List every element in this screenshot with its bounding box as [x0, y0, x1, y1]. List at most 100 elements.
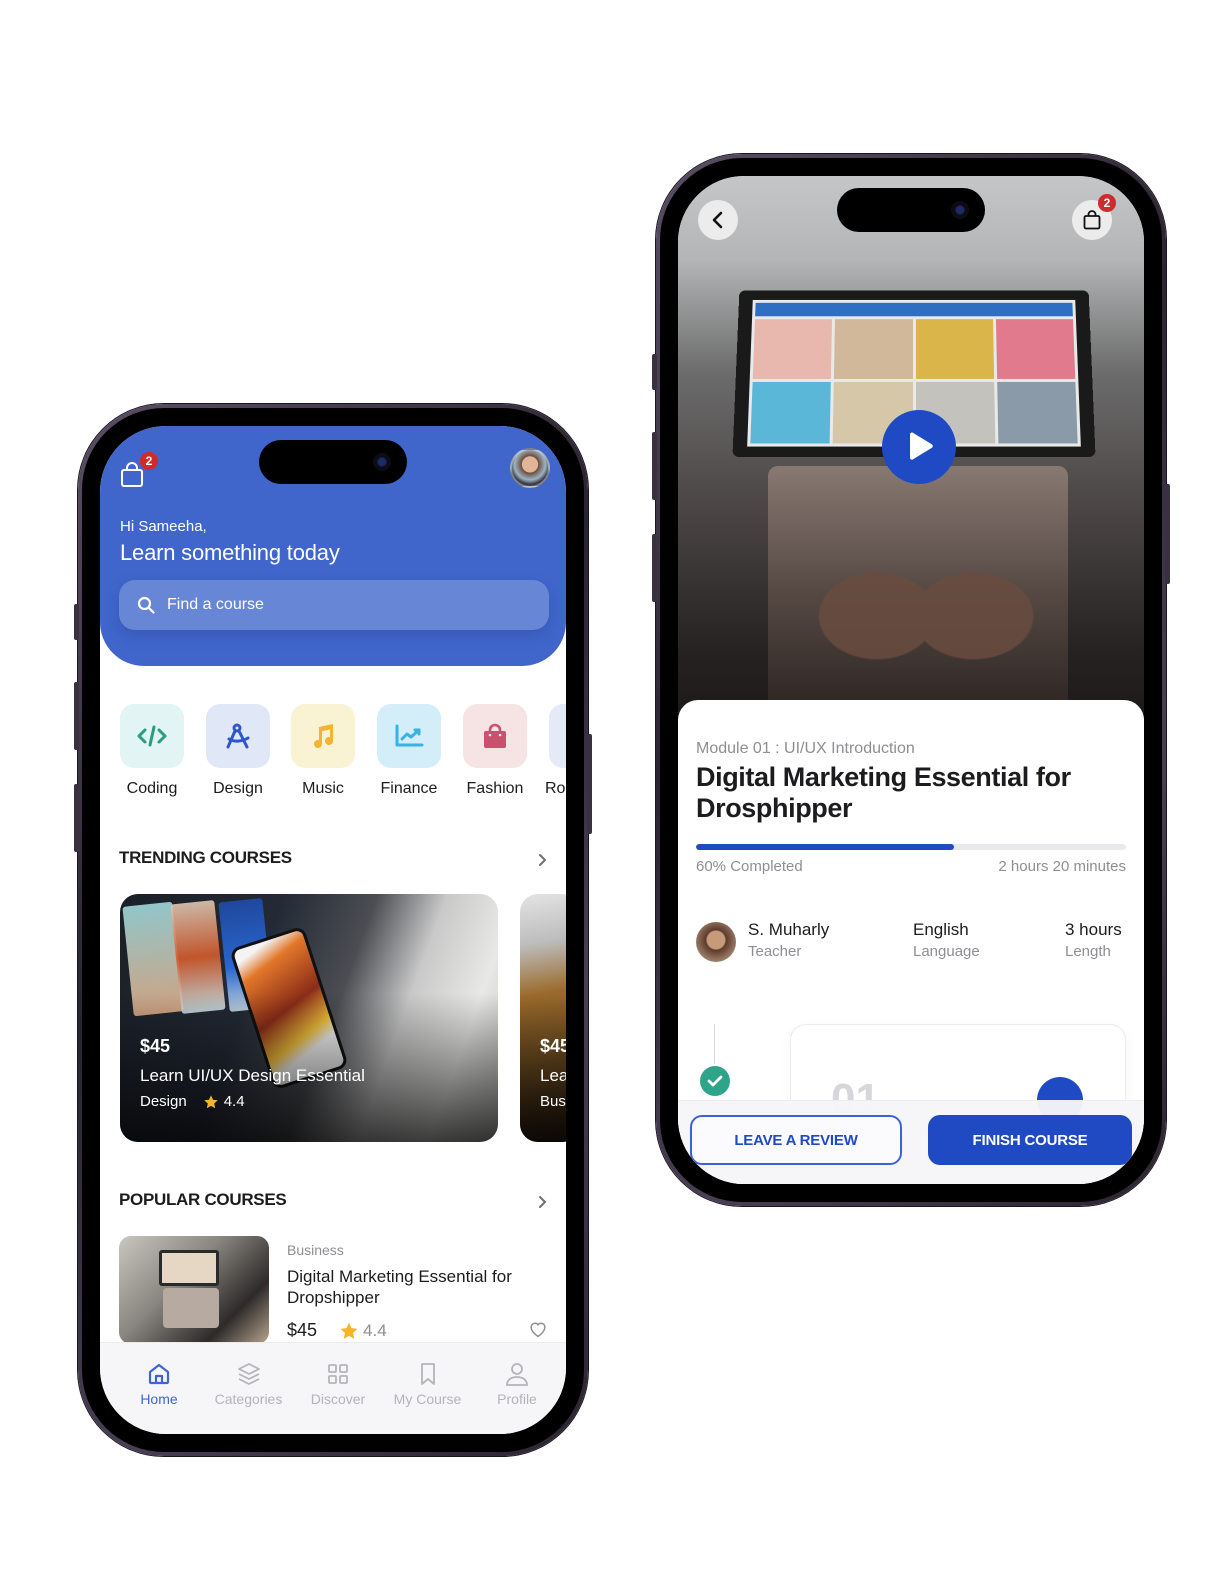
phone-home-screen: 2 Hi Sameeha, Learn something today Find…: [74, 404, 592, 1456]
tab-home[interactable]: Home: [116, 1361, 202, 1434]
tab-my-course[interactable]: My Course: [385, 1361, 471, 1434]
category-label: Ro: [545, 780, 566, 797]
teacher-info[interactable]: S. Muharly Teacher: [748, 920, 829, 960]
teacher-label: Teacher: [748, 943, 802, 960]
heart-icon[interactable]: [527, 1318, 549, 1340]
tab-discover[interactable]: Discover: [295, 1361, 381, 1434]
course-category: Bus: [540, 1093, 566, 1110]
course-price: $45: [287, 1320, 318, 1340]
category-partial[interactable]: Ro: [545, 704, 566, 798]
headline-text: Learn something today: [120, 540, 340, 565]
category-label: Design: [213, 780, 263, 797]
category-fashion[interactable]: Fashion: [463, 704, 527, 798]
tab-profile[interactable]: Profile: [474, 1361, 560, 1434]
trending-section-title: TRENDING COURSES: [119, 848, 292, 867]
popular-section-title: POPULAR COURSES: [119, 1190, 287, 1209]
layers-icon: [237, 1363, 260, 1385]
duration-label: 2 hours 20 minutes: [998, 858, 1126, 875]
dynamic-island: [259, 440, 407, 484]
star-icon: [340, 1322, 358, 1339]
phone-action-button: [652, 354, 657, 390]
category-label: Music: [302, 780, 344, 797]
course-rating: 4.4: [363, 1320, 387, 1340]
category-coding[interactable]: Coding: [120, 704, 184, 798]
course-info-panel: Module 01 : UI/UX Introduction Digital M…: [678, 700, 1144, 1184]
category-list: Coding Design Music Finance Fashion Ro: [120, 704, 566, 814]
play-icon: [910, 432, 933, 460]
tab-categories[interactable]: Categories: [206, 1361, 292, 1434]
search-input[interactable]: Find a course: [119, 580, 549, 630]
search-placeholder: Find a course: [167, 596, 264, 613]
tab-label: Profile: [497, 1391, 537, 1407]
trending-course-card[interactable]: $45 Lea Bus: [520, 894, 566, 1142]
cart-button[interactable]: 2: [1072, 194, 1116, 240]
phone-power-button: [587, 734, 592, 834]
course-category: Design: [140, 1093, 187, 1110]
category-label: Finance: [380, 780, 438, 797]
grid-icon: [328, 1364, 348, 1384]
language-value: English: [913, 920, 969, 939]
cart-button[interactable]: 2: [120, 452, 158, 487]
course-title: Digital Marketing Essential for Dropship…: [287, 1267, 512, 1307]
shopping-bag-icon: [484, 723, 506, 748]
teacher-avatar[interactable]: [696, 922, 736, 962]
category-music[interactable]: Music: [291, 704, 355, 798]
course-title: Lea: [540, 1066, 566, 1085]
timeline-line: [714, 1024, 715, 1064]
course-rating: 4.4: [223, 1093, 245, 1110]
tab-label: Categories: [214, 1391, 283, 1407]
length-info: 3 hours Length: [1065, 920, 1122, 960]
user-icon: [506, 1363, 528, 1386]
language-label: Language: [913, 943, 980, 960]
phone-volume-up: [74, 682, 79, 750]
leave-review-button[interactable]: LEAVE A REVIEW: [690, 1115, 902, 1165]
course-thumbnail: [119, 1236, 269, 1344]
shopping-bag-icon: [121, 462, 143, 487]
music-note-icon: [314, 724, 333, 748]
progress-bar: [696, 844, 1126, 850]
chart-line-icon: [395, 724, 424, 747]
action-bar: LEAVE A REVIEW FINISH COURSE: [678, 1100, 1144, 1184]
phone-volume-down: [652, 534, 657, 602]
search-icon: [137, 596, 155, 614]
video-player[interactable]: [678, 176, 1144, 736]
phone-volume-down: [74, 784, 79, 852]
category-design[interactable]: Design: [206, 704, 270, 798]
home-icon: [148, 1363, 170, 1385]
greeting-text: Hi Sameeha,: [120, 518, 207, 535]
language-info: English Language: [913, 920, 980, 960]
popular-course-item[interactable]: Business Digital Marketing Essential for…: [119, 1236, 559, 1346]
teacher-name: S. Muharly: [748, 920, 830, 939]
phone-action-button: [74, 604, 79, 640]
lesson-completed-check: [700, 1066, 730, 1096]
shopping-bag-icon: [1083, 210, 1101, 230]
course-title: Digital Marketing Essential for Drosphip…: [696, 762, 1071, 823]
tab-label: Home: [140, 1391, 178, 1407]
compass-icon: [226, 723, 250, 749]
user-avatar[interactable]: [510, 448, 550, 488]
length-value: 3 hours: [1065, 920, 1122, 939]
course-title: Learn UI/UX Design Essential: [140, 1066, 365, 1085]
phone-volume-up: [652, 432, 657, 500]
home-screen: 2 Hi Sameeha, Learn something today Find…: [100, 426, 566, 1434]
chevron-right-icon[interactable]: [534, 1194, 550, 1210]
chevron-left-icon: [712, 211, 723, 229]
category-label: Coding: [126, 780, 178, 797]
course-price: $45: [140, 1036, 171, 1056]
trending-course-card[interactable]: $45 Learn UI/UX Design Essential Design …: [120, 894, 498, 1142]
tab-label: Discover: [310, 1391, 366, 1407]
course-detail-screen: 2 Module 01 : UI/UX Introduction Digital…: [678, 176, 1144, 1184]
tab-label: My Course: [393, 1391, 462, 1407]
bookmark-icon: [420, 1363, 435, 1385]
back-button[interactable]: [698, 200, 738, 240]
cart-badge: 2: [140, 452, 158, 470]
progress-fill: [696, 844, 954, 850]
course-category: Business: [287, 1242, 344, 1258]
length-label: Length: [1065, 943, 1111, 960]
chevron-right-icon[interactable]: [534, 852, 550, 868]
play-button[interactable]: [882, 410, 956, 484]
category-finance[interactable]: Finance: [377, 704, 441, 798]
check-icon: [707, 1075, 723, 1087]
dynamic-island: [837, 188, 985, 232]
finish-course-button[interactable]: FINISH COURSE: [928, 1115, 1132, 1165]
